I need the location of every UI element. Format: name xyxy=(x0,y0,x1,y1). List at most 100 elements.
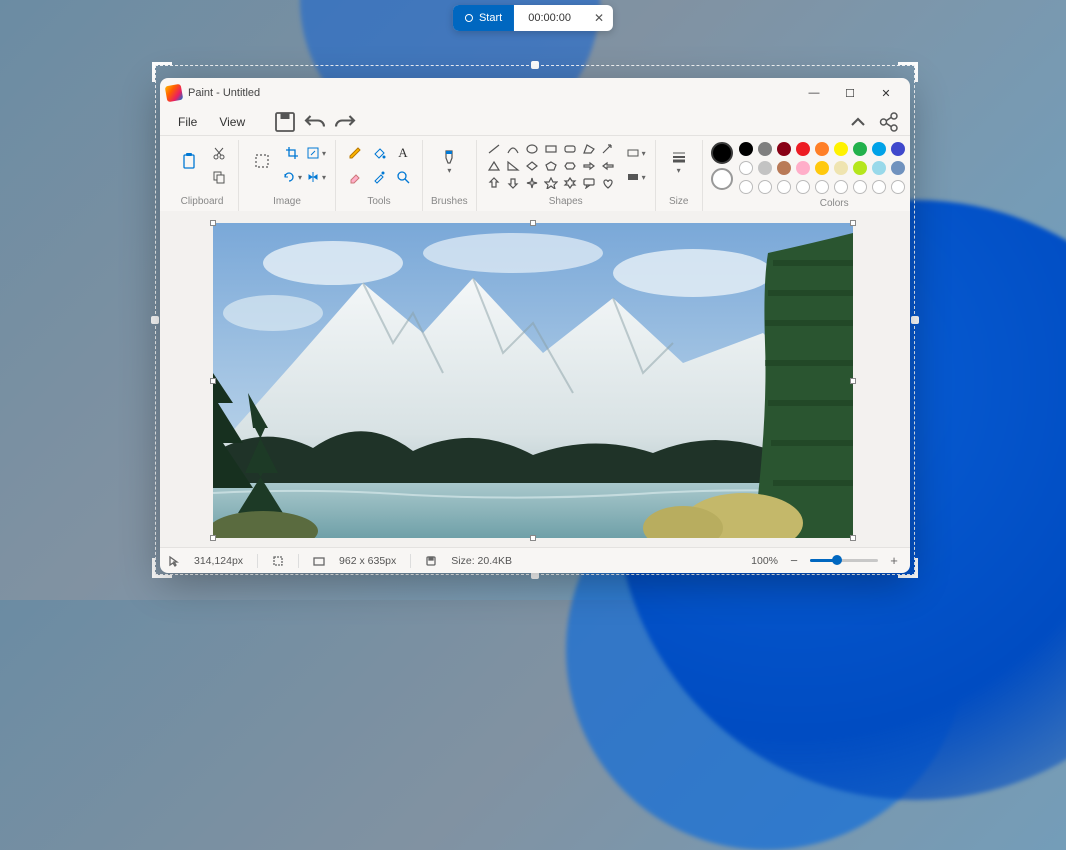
canvas-handle[interactable] xyxy=(850,378,856,384)
color-swatch[interactable] xyxy=(796,161,810,175)
shape-arrow[interactable] xyxy=(599,142,617,156)
select-button[interactable] xyxy=(247,142,277,180)
color-swatch-empty[interactable] xyxy=(834,180,848,194)
menu-file[interactable]: File xyxy=(170,111,205,133)
canvas-handle[interactable] xyxy=(530,220,536,226)
shape-6star[interactable] xyxy=(561,176,579,190)
color-swatch-empty[interactable] xyxy=(739,180,753,194)
color-swatch-empty[interactable] xyxy=(853,180,867,194)
copy-button[interactable] xyxy=(208,166,230,188)
zoom-in-button[interactable]: + xyxy=(886,553,902,568)
color-swatch[interactable] xyxy=(796,142,810,156)
color-swatch[interactable] xyxy=(872,142,886,156)
minimize-button[interactable]: — xyxy=(796,79,832,107)
shape-arrow-u[interactable] xyxy=(485,176,503,190)
maximize-button[interactable]: ☐ xyxy=(832,79,868,107)
shapes-gallery[interactable] xyxy=(485,142,617,192)
cut-button[interactable] xyxy=(208,142,230,164)
canvas-area[interactable] xyxy=(160,211,910,547)
color-swatch-empty[interactable] xyxy=(872,180,886,194)
color-swatch[interactable] xyxy=(853,142,867,156)
recorder-start-label: Start xyxy=(479,12,502,24)
recorder-start-button[interactable]: Start xyxy=(453,5,514,31)
shape-fill-button[interactable]: ▾ xyxy=(625,166,647,188)
pencil-tool[interactable] xyxy=(344,142,366,164)
magnifier-tool[interactable] xyxy=(392,166,414,188)
eraser-tool[interactable] xyxy=(344,166,366,188)
canvas-handle[interactable] xyxy=(210,220,216,226)
fill-tool[interactable] xyxy=(368,142,390,164)
canvas[interactable] xyxy=(213,223,853,538)
size-button[interactable]: ▾ xyxy=(664,142,694,180)
color-swatch[interactable] xyxy=(758,142,772,156)
collapse-ribbon-button[interactable] xyxy=(846,110,870,134)
color-swatch-empty[interactable] xyxy=(777,180,791,194)
rotate-button[interactable]: ▾ xyxy=(281,166,303,188)
canvas-handle[interactable] xyxy=(530,535,536,541)
color-swatch-empty[interactable] xyxy=(815,180,829,194)
zoom-out-button[interactable]: − xyxy=(786,553,802,568)
shape-diamond[interactable] xyxy=(523,159,541,173)
close-button[interactable]: ✕ xyxy=(868,79,904,107)
shape-outline-button[interactable]: ▾ xyxy=(625,142,647,164)
color-2-swatch[interactable] xyxy=(711,168,733,190)
color-swatch[interactable] xyxy=(739,142,753,156)
color-swatch[interactable] xyxy=(777,142,791,156)
color-swatch-empty[interactable] xyxy=(758,180,772,194)
color-swatch[interactable] xyxy=(834,142,848,156)
frame-handle-left[interactable] xyxy=(151,316,159,324)
shape-arrow-r[interactable] xyxy=(580,159,598,173)
canvas-handle[interactable] xyxy=(210,535,216,541)
crop-button[interactable] xyxy=(281,142,303,164)
shape-arrow-l[interactable] xyxy=(599,159,617,173)
share-button[interactable] xyxy=(876,110,900,134)
brushes-button[interactable]: ▾ xyxy=(434,142,464,180)
shape-rect[interactable] xyxy=(542,142,560,156)
canvas-handle[interactable] xyxy=(850,535,856,541)
paste-button[interactable] xyxy=(174,142,204,180)
canvas-handle[interactable] xyxy=(210,378,216,384)
menu-view[interactable]: View xyxy=(211,111,253,133)
recorder-close-button[interactable]: ✕ xyxy=(585,11,613,25)
color-swatch-empty[interactable] xyxy=(891,180,905,194)
color-swatch[interactable] xyxy=(815,161,829,175)
shape-heart[interactable] xyxy=(599,176,617,190)
shape-hexagon[interactable] xyxy=(561,159,579,173)
color-swatch-empty[interactable] xyxy=(796,180,810,194)
shape-5star[interactable] xyxy=(542,176,560,190)
zoom-slider[interactable] xyxy=(810,559,878,562)
recorder-time: 00:00:00 xyxy=(514,12,585,24)
shape-oval[interactable] xyxy=(523,142,541,156)
color-swatch[interactable] xyxy=(739,161,753,175)
color-1-swatch[interactable] xyxy=(711,142,733,164)
save-button[interactable] xyxy=(273,110,297,134)
shape-triangle[interactable] xyxy=(485,159,503,173)
color-swatch[interactable] xyxy=(777,161,791,175)
text-tool[interactable]: A xyxy=(392,142,414,164)
shape-line[interactable] xyxy=(485,142,503,156)
resize-button[interactable]: ▾ xyxy=(305,142,327,164)
shape-roundrect[interactable] xyxy=(561,142,579,156)
color-swatch[interactable] xyxy=(853,161,867,175)
shape-arrow-d[interactable] xyxy=(504,176,522,190)
canvas-handle[interactable] xyxy=(850,220,856,226)
color-swatch[interactable] xyxy=(834,161,848,175)
shape-polygon[interactable] xyxy=(580,142,598,156)
shape-right-triangle[interactable] xyxy=(504,159,522,173)
redo-button[interactable] xyxy=(333,110,357,134)
color-swatch[interactable] xyxy=(758,161,772,175)
eyedropper-tool[interactable] xyxy=(368,166,390,188)
group-tools: A Tools xyxy=(336,140,423,211)
flip-button[interactable]: ▾ xyxy=(305,166,327,188)
clipboard-label: Clipboard xyxy=(181,196,224,207)
shape-curve[interactable] xyxy=(504,142,522,156)
color-swatch[interactable] xyxy=(815,142,829,156)
shape-pentagon[interactable] xyxy=(542,159,560,173)
title-bar[interactable]: Paint - Untitled — ☐ ✕ xyxy=(160,78,910,108)
color-swatch[interactable] xyxy=(872,161,886,175)
color-swatch[interactable] xyxy=(891,161,905,175)
undo-button[interactable] xyxy=(303,110,327,134)
shape-callout[interactable] xyxy=(580,176,598,190)
color-swatch[interactable] xyxy=(891,142,905,156)
shape-4star[interactable] xyxy=(523,176,541,190)
